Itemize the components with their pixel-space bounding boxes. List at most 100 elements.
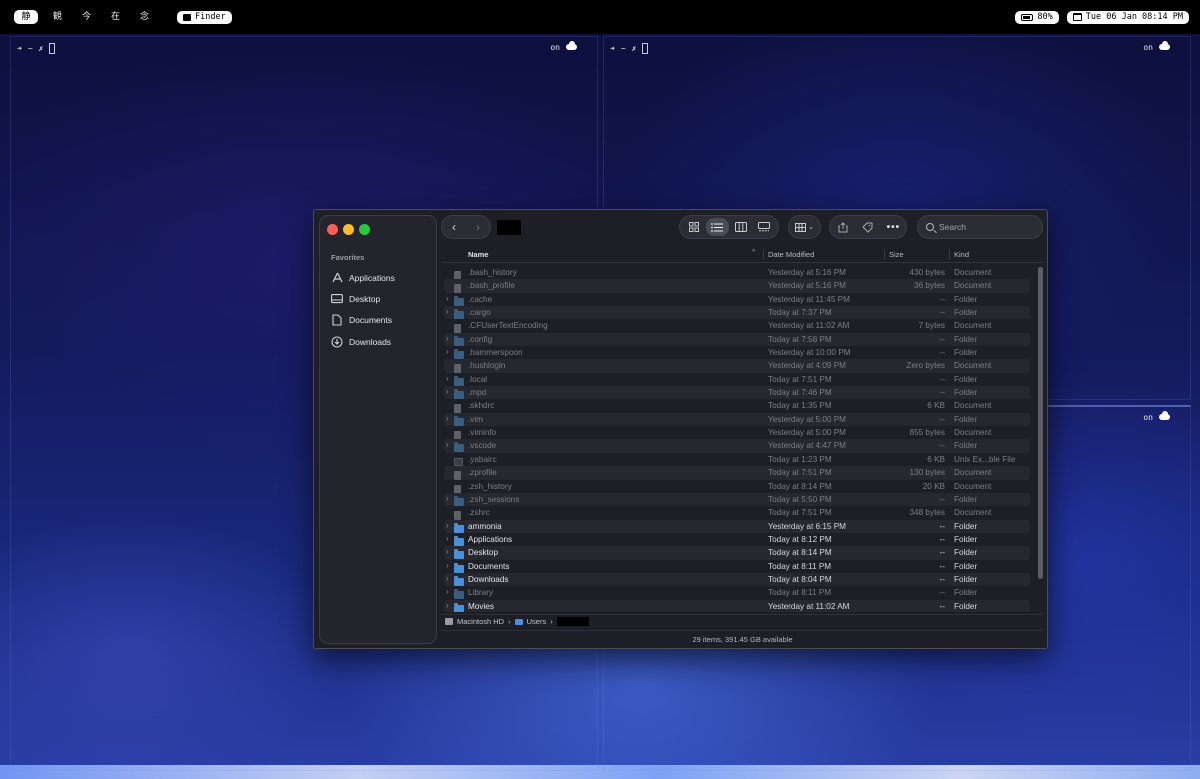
prompt-arrow: ➜ <box>610 44 615 53</box>
back-button[interactable]: ‹ <box>442 216 466 238</box>
path-disk[interactable]: Macintosh HD <box>457 617 504 626</box>
clock[interactable]: Tue 06 Jan 08:14 PM <box>1066 10 1189 24</box>
list-view-button[interactable] <box>705 218 729 236</box>
space-1[interactable]: 静 <box>14 10 38 24</box>
table-row[interactable]: › .mpd Today at 7:46 PM -- Folder <box>444 386 1030 400</box>
path-users[interactable]: Users <box>527 617 547 626</box>
search-field[interactable] <box>917 215 1043 239</box>
file-name: .zsh_history <box>468 481 512 491</box>
column-divider[interactable] <box>763 249 764 260</box>
table-row[interactable]: .CFUserTextEncoding Yesterday at 11:02 AM… <box>444 319 1030 334</box>
file-size: -- <box>939 308 945 318</box>
column-headers: Name ^ Date Modified Size Kind <box>441 247 1044 263</box>
table-row[interactable]: › Movies Yesterday at 11:02 AM -- Folder <box>444 599 1030 612</box>
table-row[interactable]: › ammonia Yesterday at 6:15 PM -- Folder <box>444 519 1030 533</box>
table-row[interactable]: › .hammerspoon Yesterday at 10:00 PM -- Fold… <box>444 346 1030 360</box>
table-row[interactable]: › .cargo Today at 7:37 PM -- Folder <box>444 306 1030 320</box>
table-row[interactable]: .zshrc Today at 7:51 PM 348 bytes Document <box>444 506 1030 521</box>
file-date: Yesterday at 5:00 PM <box>768 414 846 424</box>
terminal-status: on <box>1143 40 1170 52</box>
table-row[interactable]: .zsh_history Today at 8:14 PM 20 KB Documen… <box>444 480 1030 494</box>
minimize-button[interactable] <box>343 224 354 235</box>
disclosure-chevron-icon[interactable]: › <box>446 414 449 423</box>
table-row[interactable]: › .cache Yesterday at 11:45 PM -- Folder <box>444 293 1030 306</box>
finder-window[interactable]: Favorites Applications Desktop Documents <box>313 209 1048 649</box>
gallery-view-button[interactable] <box>753 218 777 236</box>
space-4[interactable]: 在 <box>101 10 130 24</box>
table-row[interactable]: › Applications Today at 8:12 PM -- Folder <box>444 533 1030 546</box>
sidebar-item-downloads[interactable]: Downloads <box>331 331 431 352</box>
column-header-kind[interactable]: Kind <box>954 250 969 259</box>
disclosure-chevron-icon[interactable]: › <box>446 587 449 596</box>
file-size: -- <box>939 494 945 504</box>
file-date: Yesterday at 5:16 PM <box>768 281 846 291</box>
space-5[interactable]: 念 <box>130 10 159 24</box>
column-header-size[interactable]: Size <box>889 250 904 259</box>
table-row[interactable]: .yabairc Today at 1:23 PM 6 KB Unix Ex...bl… <box>444 453 1030 466</box>
disclosure-chevron-icon[interactable]: › <box>446 374 449 383</box>
table-row[interactable]: › .local Today at 7:51 PM -- Folder <box>444 373 1030 386</box>
table-row[interactable]: .zprofile Today at 7:51 PM 130 bytes Docume… <box>444 466 1030 481</box>
close-button[interactable] <box>327 224 338 235</box>
sidebar-item-desktop[interactable]: Desktop <box>331 288 431 309</box>
forward-button[interactable]: › <box>466 216 490 238</box>
vertical-scrollbar[interactable] <box>1037 265 1043 610</box>
table-row[interactable]: › Desktop Today at 8:14 PM -- Folder <box>444 546 1030 560</box>
file-size: 430 bytes <box>909 268 945 277</box>
table-row[interactable]: › Downloads Today at 8:04 PM -- Folder <box>444 572 1030 587</box>
column-divider[interactable] <box>884 249 885 260</box>
table-row[interactable]: › .config Today at 7:58 PM -- Folder <box>444 332 1030 347</box>
search-input[interactable] <box>939 222 1029 232</box>
file-date: Today at 8:14 PM <box>768 548 832 558</box>
file-name: .zsh_sessions <box>468 494 520 504</box>
file-kind: Folder <box>954 441 978 451</box>
file-size: -- <box>939 414 945 424</box>
disclosure-chevron-icon[interactable]: › <box>446 347 449 356</box>
group-by-button[interactable]: ⌄ <box>788 215 821 239</box>
share-button[interactable] <box>830 216 855 238</box>
table-row[interactable]: › .vim Yesterday at 5:00 PM -- Folder <box>444 412 1030 427</box>
finder-sidebar: Favorites Applications Desktop Documents <box>319 215 437 644</box>
table-row[interactable]: .bash_profile Yesterday at 5:16 PM 36 byte… <box>444 279 1030 294</box>
tag-button[interactable] <box>855 216 880 238</box>
file-date: Yesterday at 5:00 PM <box>768 428 846 438</box>
column-header-date[interactable]: Date Modified <box>768 250 814 259</box>
sidebar-item-applications[interactable]: Applications <box>331 267 431 288</box>
sidebar-item-documents[interactable]: Documents <box>331 310 431 331</box>
disclosure-chevron-icon[interactable]: › <box>446 547 449 556</box>
space-3[interactable]: 今 <box>72 10 101 24</box>
file-kind: Document <box>954 321 992 331</box>
disclosure-chevron-icon[interactable]: › <box>446 601 449 610</box>
disclosure-chevron-icon[interactable]: › <box>446 521 449 530</box>
disclosure-chevron-icon[interactable]: › <box>446 440 449 449</box>
battery-status[interactable]: 80% <box>1015 10 1059 24</box>
disclosure-chevron-icon[interactable]: › <box>446 574 449 583</box>
disclosure-chevron-icon[interactable]: › <box>446 561 449 570</box>
icon-view-button[interactable] <box>682 218 706 236</box>
column-view-button[interactable] <box>729 218 753 236</box>
disclosure-chevron-icon[interactable]: › <box>446 307 449 316</box>
active-app-indicator[interactable]: Finder <box>177 10 232 24</box>
table-row[interactable]: .viminfo Yesterday at 5:00 PM 855 bytes Doc… <box>444 426 1030 441</box>
table-row[interactable]: › Documents Today at 8:11 PM -- Folder <box>444 560 1030 573</box>
disclosure-chevron-icon[interactable]: › <box>446 494 449 503</box>
disclosure-chevron-icon[interactable]: › <box>446 534 449 543</box>
sidebar-item-label: Applications <box>349 272 395 283</box>
table-row[interactable]: .bash_history Yesterday at 5:16 PM 430 byt… <box>444 266 1030 280</box>
file-date: Today at 8:04 PM <box>768 574 832 584</box>
table-row[interactable]: .hushlogin Yesterday at 4:09 PM Zero bytes… <box>444 359 1030 374</box>
disclosure-chevron-icon[interactable]: › <box>446 334 449 343</box>
disclosure-chevron-icon[interactable]: › <box>446 387 449 396</box>
zoom-button[interactable] <box>359 224 370 235</box>
table-row[interactable]: › Library Today at 8:11 PM -- Folder <box>444 586 1030 600</box>
disclosure-chevron-icon[interactable]: › <box>446 294 449 303</box>
table-row[interactable]: .skhdrc Today at 1:35 PM 6 KB Document <box>444 399 1030 414</box>
column-header-name[interactable]: Name <box>468 250 488 259</box>
scroll-thumb[interactable] <box>1038 267 1043 579</box>
more-button[interactable]: ••• <box>881 216 906 238</box>
column-divider[interactable] <box>949 249 950 260</box>
space-2[interactable]: 観 <box>43 10 72 24</box>
table-row[interactable]: › .zsh_sessions Today at 5:50 PM -- Folder <box>444 492 1030 507</box>
file-kind: Folder <box>954 494 978 504</box>
table-row[interactable]: › .vscode Yesterday at 4:47 PM -- Folder <box>444 439 1030 453</box>
